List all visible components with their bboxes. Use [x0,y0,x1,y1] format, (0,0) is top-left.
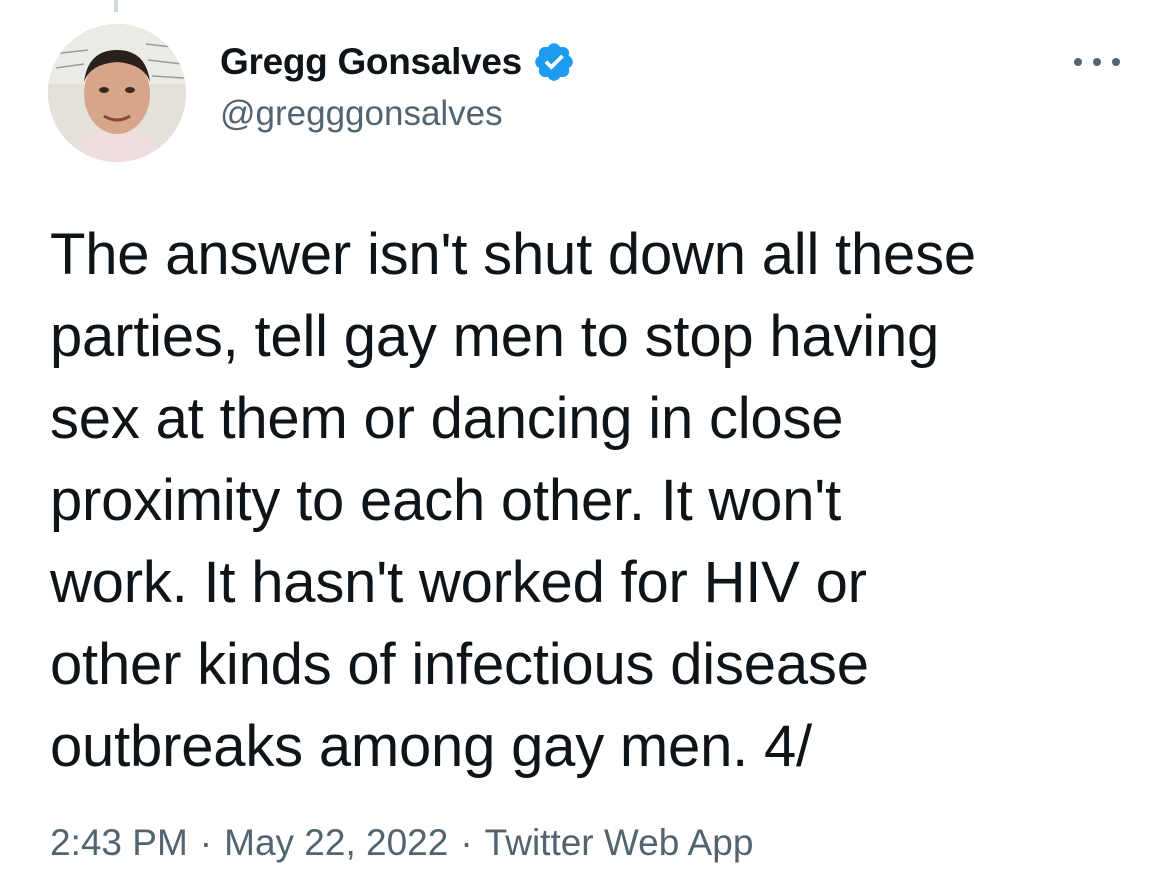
author-display-name[interactable]: Gregg Gonsalves [220,41,522,83]
avatar-photo [48,24,186,162]
tweet-text-line: The answer isn't shut down all these [50,222,976,287]
tweet-timestamp-date[interactable]: May 22, 2022 [224,822,448,864]
thread-connector-line [114,0,118,12]
tweet-metadata: 2:43 PM · May 22, 2022 · Twitter Web App [50,822,753,864]
tweet-author: Gregg Gonsalves @gregggonsalves [220,38,576,134]
avatar[interactable] [48,24,186,162]
tweet-text-line: other kinds of infectious disease [50,632,869,697]
tweet-text-line: parties, tell gay men to stop having [50,304,940,369]
more-options-icon [1112,58,1120,66]
author-handle[interactable]: @gregggonsalves [220,94,576,134]
tweet-text-line: work. It hasn't worked for HIV or [50,550,867,615]
tweet-text-line: proximity to each other. It won't [50,468,842,533]
tweet-text-line: outbreaks among gay men. 4/ [50,714,812,779]
tweet-text-line: sex at them or dancing in close [50,386,844,451]
more-options-icon [1093,58,1101,66]
author-name-row: Gregg Gonsalves [220,38,576,86]
verified-badge-icon [532,40,576,84]
tweet-text: The answer isn't shut down all these par… [50,214,1135,788]
more-options-button[interactable] [1074,50,1120,74]
tweet-source-link[interactable]: Twitter Web App [485,822,754,864]
tweet-timestamp-time[interactable]: 2:43 PM [50,822,188,864]
meta-separator: · [199,822,213,863]
meta-separator: · [460,822,473,863]
more-options-icon [1074,58,1082,66]
